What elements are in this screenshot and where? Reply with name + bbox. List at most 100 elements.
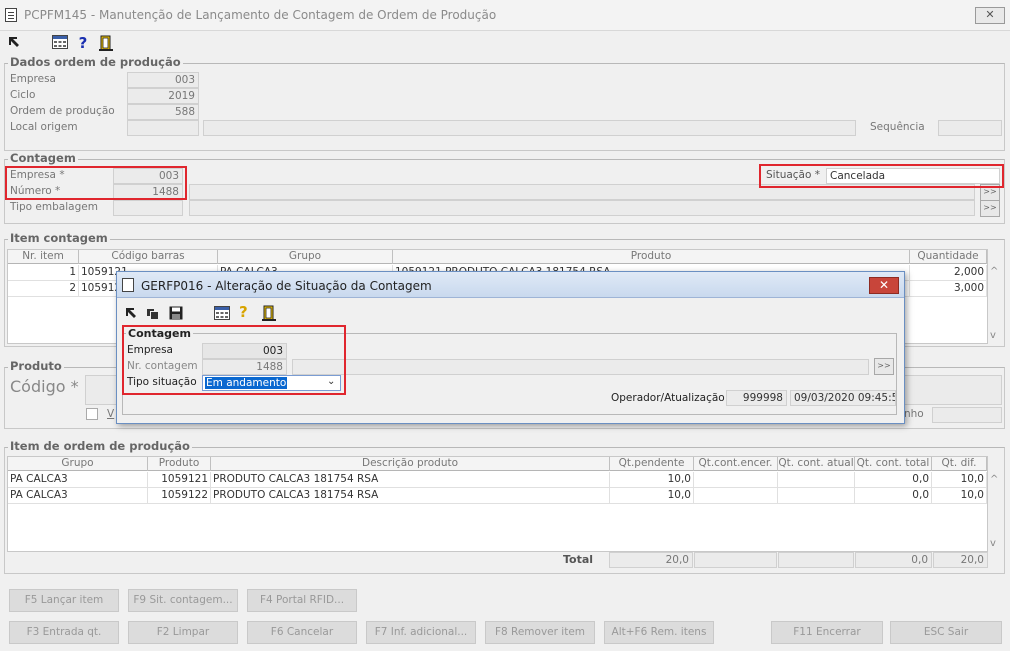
dialog-title: GERFP016 - Alteração de Situação da Cont… [141, 279, 432, 293]
scroll-up-icon[interactable]: ^ [990, 266, 998, 277]
total-total: 0,0 [855, 552, 932, 568]
scroll-up-icon[interactable]: ^ [990, 474, 998, 485]
dialog-lookup-button[interactable]: >> [874, 358, 894, 375]
ordem-producao-label: Ordem de produção [10, 105, 115, 117]
empresa-field[interactable]: 003 [127, 72, 199, 88]
col-grupo[interactable]: Grupo [8, 457, 148, 471]
export-icon[interactable] [6, 35, 22, 51]
exit-door-icon[interactable] [262, 305, 276, 321]
table-row[interactable]: PA CALCA3 1059121 PRODUTO CALCA3 181754 … [8, 472, 987, 488]
sit-contagem-button[interactable]: F9 Sit. contagem... [128, 589, 238, 612]
sequencia-field[interactable] [938, 120, 1002, 136]
rem-itens-button[interactable]: Alt+F6 Rem. itens [604, 621, 714, 644]
tamanho-label: nho [904, 408, 924, 420]
col-descricao[interactable]: Descrição produto [211, 457, 610, 471]
atualizacao-field: 09/03/2020 09:45:52 [790, 390, 896, 406]
col-quantidade[interactable]: Quantidade [910, 250, 987, 264]
col-qt-dif[interactable]: Qt. dif. [932, 457, 987, 471]
highlight-situacao-box [759, 164, 1004, 188]
cell-nr: 2 [8, 281, 79, 296]
col-qt-cont-atual[interactable]: Qt. cont. atual [778, 457, 855, 471]
col-produto[interactable]: Produto [393, 250, 910, 264]
inf-adicional-button[interactable]: F7 Inf. adicional... [366, 621, 476, 644]
tipo-embalagem-field[interactable] [113, 200, 183, 216]
help-icon[interactable]: ? [75, 35, 91, 51]
col-grupo[interactable]: Grupo [218, 250, 393, 264]
col-qt-cont-encer[interactable]: Qt.cont.encer. [694, 457, 778, 471]
sair-button[interactable]: ESC Sair [890, 621, 1002, 644]
limpar-button[interactable]: F2 Limpar [128, 621, 238, 644]
col-qt-cont-total[interactable]: Qt. cont. total [855, 457, 932, 471]
cell-dif: 10,0 [932, 472, 987, 487]
cell-pendente: 10,0 [610, 488, 694, 503]
item-ordem-title: Item de ordem de produção [8, 439, 192, 453]
portal-rfid-button[interactable]: F4 Portal RFID... [247, 589, 357, 612]
cell-total: 0,0 [855, 488, 932, 503]
total-atual [778, 552, 854, 568]
export-icon[interactable] [124, 306, 138, 320]
checkbox-label: V [107, 408, 115, 420]
help-icon[interactable]: ? [239, 303, 253, 321]
entrada-qt-button[interactable]: F3 Entrada qt. [9, 621, 119, 644]
exit-door-icon[interactable] [98, 35, 114, 51]
cell-encer [694, 472, 778, 487]
cell-encer [694, 488, 778, 503]
remover-item-button[interactable]: F8 Remover item [485, 621, 595, 644]
col-codigo-barras[interactable]: Código barras [79, 250, 218, 264]
cell-pendente: 10,0 [610, 472, 694, 487]
produto-title: Produto [8, 359, 64, 373]
cell-grupo: PA CALCA3 [8, 488, 148, 503]
total-pendente: 20,0 [609, 552, 693, 568]
local-origem-description [203, 120, 856, 136]
col-nr-item[interactable]: Nr. item [8, 250, 79, 264]
operador-field: 999998 [726, 390, 787, 406]
cell-quantidade: 3,000 [910, 281, 987, 296]
tamanho-field[interactable] [932, 407, 1002, 423]
copy-icon[interactable] [145, 306, 160, 320]
cell-total: 0,0 [855, 472, 932, 487]
calculator-icon[interactable] [52, 35, 68, 51]
cell-nr: 1 [8, 265, 79, 280]
ciclo-label: Ciclo [10, 89, 36, 101]
tipo-embalagem-label: Tipo embalagem [10, 201, 98, 213]
situacao-dialog: GERFP016 - Alteração de Situação da Cont… [116, 271, 905, 424]
sequencia-label: Sequência [870, 121, 925, 133]
item-ordem-header: Grupo Produto Descrição produto Qt.pende… [8, 457, 987, 471]
lancar-item-button[interactable]: F5 Lançar item [9, 589, 119, 612]
produto-checkbox[interactable] [86, 408, 98, 420]
total-dif: 20,0 [933, 552, 988, 568]
cell-produto: 1059122 [148, 488, 211, 503]
operador-label: Operador/Atualização [611, 392, 725, 404]
dialog-nr-contagem-description [292, 359, 869, 375]
codigo-label: Código * [10, 377, 79, 396]
cell-grupo: PA CALCA3 [8, 472, 148, 487]
window-close-button[interactable]: ✕ [975, 7, 1005, 24]
local-origem-field[interactable] [127, 120, 199, 136]
item-ordem-grid[interactable]: Grupo Produto Descrição produto Qt.pende… [7, 456, 988, 552]
tipo-embalagem-lookup-button[interactable]: >> [980, 200, 1000, 217]
cancelar-button[interactable]: F6 Cancelar [247, 621, 357, 644]
col-produto[interactable]: Produto [148, 457, 211, 471]
cell-atual [778, 488, 855, 503]
encerrar-button[interactable]: F11 Encerrar [771, 621, 883, 644]
cell-produto: 1059121 [148, 472, 211, 487]
cell-descricao: PRODUTO CALCA3 181754 RSA [211, 472, 610, 487]
highlight-dialog-box [122, 325, 346, 395]
highlight-contagem-box [5, 166, 187, 200]
scroll-down-icon[interactable]: v [990, 538, 996, 549]
document-icon [5, 8, 17, 22]
contagem-title: Contagem [8, 151, 78, 165]
dialog-close-button[interactable]: ✕ [869, 277, 899, 294]
tipo-embalagem-description [189, 200, 975, 216]
calculator-icon[interactable] [214, 306, 230, 320]
scroll-down-icon[interactable]: v [990, 330, 996, 341]
empresa-label: Empresa [10, 73, 56, 85]
cell-descricao: PRODUTO CALCA3 181754 RSA [211, 488, 610, 503]
save-icon[interactable] [169, 306, 183, 320]
cell-quantidade: 2,000 [910, 265, 987, 280]
ciclo-field[interactable]: 2019 [127, 88, 199, 104]
table-row[interactable]: PA CALCA3 1059122 PRODUTO CALCA3 181754 … [8, 488, 987, 504]
col-qt-pendente[interactable]: Qt.pendente [610, 457, 694, 471]
ordem-producao-field[interactable]: 588 [127, 104, 199, 120]
item-contagem-header: Nr. item Código barras Grupo Produto Qua… [8, 250, 987, 264]
